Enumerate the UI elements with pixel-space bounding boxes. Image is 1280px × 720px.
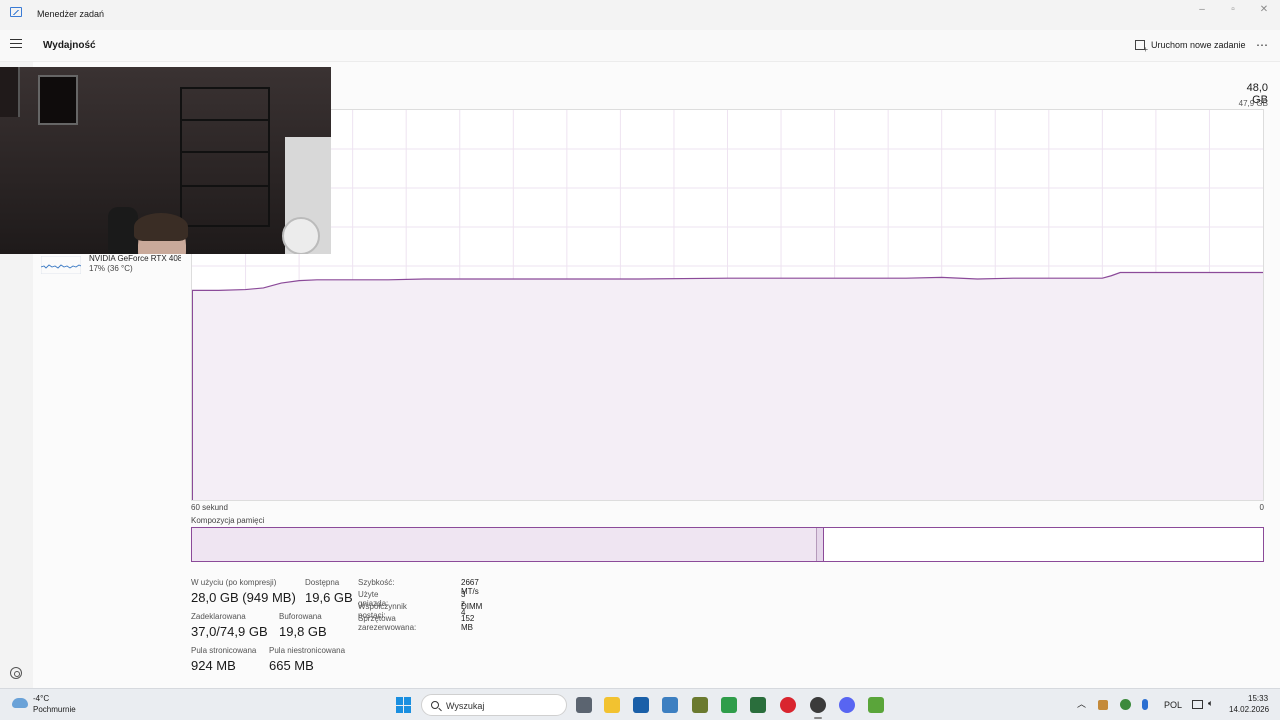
file-explorer-icon[interactable] <box>604 697 620 713</box>
gpu-utilization: 17% (36 °C) <box>89 264 133 273</box>
language-indicator[interactable]: POL <box>1164 700 1182 710</box>
weather-temperature[interactable]: -4°C <box>33 694 49 703</box>
tray-chevron-up-icon[interactable]: ︿ <box>1077 697 1086 710</box>
composition-in-use <box>192 528 818 561</box>
clock-time[interactable]: 15:33 <box>1248 694 1268 703</box>
hamburger-menu-icon[interactable] <box>10 39 22 51</box>
stat-paged-value: 924 MB <box>191 658 236 673</box>
info-value: 152 MB <box>461 614 475 632</box>
minimize-button[interactable]: – <box>1193 3 1211 17</box>
weather-description[interactable]: Pochmurnie <box>33 705 76 714</box>
stat-cached: Buforowana 19,8 GB <box>279 612 327 639</box>
stat-in-use: W użyciu (po kompresji) 28,0 GB (949 MB) <box>191 578 296 605</box>
photos-icon[interactable] <box>662 697 678 713</box>
network-icon[interactable] <box>1192 700 1203 709</box>
cloud-icon[interactable] <box>12 698 28 708</box>
info-value: DIMM <box>461 602 483 611</box>
stat-nonpaged-pool: Pula niestronicowana 665 MB <box>269 646 345 673</box>
tray-app-icon[interactable] <box>1098 700 1108 710</box>
more-options-button[interactable]: ⋯ <box>1256 38 1269 52</box>
taskbar: -4°C Pochmurnie Wyszukaj ︿ POL 🔈︎ 15:33 … <box>0 688 1280 720</box>
minecraft-icon[interactable] <box>868 697 884 713</box>
clock-date[interactable]: 14.02.2026 <box>1229 705 1269 714</box>
memory-series-area <box>192 272 1263 500</box>
run-new-task-button[interactable]: Uruchom nowe zadanie <box>1135 40 1246 54</box>
search-placeholder: Wyszukaj <box>446 701 485 711</box>
graph-axis-end-label: 0 <box>1259 503 1264 512</box>
webcam-wall-frame <box>38 75 78 125</box>
memory-current-label: 47,9 GB <box>1238 99 1268 108</box>
graph-axis-start-label: 60 sekund <box>191 503 228 512</box>
info-key: Sprzętowa zarezerwowana: <box>358 614 417 632</box>
memory-composition-label: Kompozycja pamięci <box>191 516 265 525</box>
task-view-icon[interactable] <box>576 697 592 713</box>
memory-usage-chart <box>192 110 1263 500</box>
webcam-wall-poster <box>0 67 20 117</box>
search-icon <box>431 701 439 709</box>
webcam-person-hair <box>134 213 188 241</box>
stat-committed-label: Zadeklarowana <box>191 612 246 621</box>
webcam-shelf <box>180 87 270 227</box>
webcam-fan <box>282 217 320 254</box>
start-button[interactable] <box>396 697 412 713</box>
stat-in-use-label: W użyciu (po kompresji) <box>191 578 277 587</box>
info-key: Szybkość: <box>358 578 395 587</box>
app-m-icon[interactable] <box>633 697 649 713</box>
stat-paged-pool: Pula stronicowana 924 MB <box>191 646 256 673</box>
discord-icon[interactable] <box>839 697 855 713</box>
maximize-button[interactable]: ▫ <box>1224 3 1242 17</box>
obs-icon[interactable] <box>810 697 826 719</box>
opera-icon[interactable] <box>780 697 796 713</box>
tray-sync-icon[interactable] <box>1120 699 1131 710</box>
stat-nonpaged-label: Pula niestronicowana <box>269 646 346 655</box>
tray-microphone-icon[interactable] <box>1142 699 1148 710</box>
title-bar: Menedżer zadań – ▫ ✕ <box>0 0 1280 30</box>
stat-paged-label: Pula stronicowana <box>191 646 257 655</box>
settings-gear-icon[interactable] <box>10 667 22 679</box>
stat-in-use-value: 28,0 GB (949 MB) <box>191 590 296 605</box>
memory-composition-bar <box>191 527 1264 562</box>
stat-cached-value: 19,8 GB <box>279 624 327 639</box>
task-manager-icon <box>10 7 22 17</box>
composition-modified <box>817 528 824 561</box>
gpu-name: NVIDIA GeForce RTX 408 <box>89 254 181 263</box>
stat-available-value: 19,6 GB <box>305 590 353 605</box>
new-task-icon <box>1135 40 1148 54</box>
gpu-sparkline <box>41 256 81 274</box>
page-header: Wydajność Uruchom nowe zadanie ⋯ <box>0 30 1280 62</box>
taskbar-search[interactable]: Wyszukaj <box>421 694 567 716</box>
stat-available: Dostępna 19,6 GB <box>305 578 353 605</box>
green-app-icon[interactable] <box>721 697 737 713</box>
volume-icon[interactable]: 🔈︎ <box>1208 698 1213 709</box>
memory-usage-graph <box>191 109 1264 501</box>
sidebar-item-gpu[interactable]: NVIDIA GeForce RTX 408 17% (36 °C) <box>41 254 186 276</box>
stat-nonpaged-value: 665 MB <box>269 658 314 673</box>
stack-app-icon[interactable] <box>750 697 766 713</box>
stat-cached-label: Buforowana <box>279 612 322 621</box>
stat-committed-value: 37,0/74,9 GB <box>191 624 268 639</box>
window-title: Menedżer zadań <box>37 9 105 19</box>
close-button[interactable]: ✕ <box>1255 3 1273 17</box>
stat-committed: Zadeklarowana 37,0/74,9 GB <box>191 612 268 639</box>
webcam-overlay <box>0 67 331 254</box>
page-title: Wydajność <box>43 40 96 51</box>
game-app-icon[interactable] <box>692 697 708 713</box>
stat-available-label: Dostępna <box>305 578 340 587</box>
run-new-task-label: Uruchom nowe zadanie <box>1151 40 1246 50</box>
